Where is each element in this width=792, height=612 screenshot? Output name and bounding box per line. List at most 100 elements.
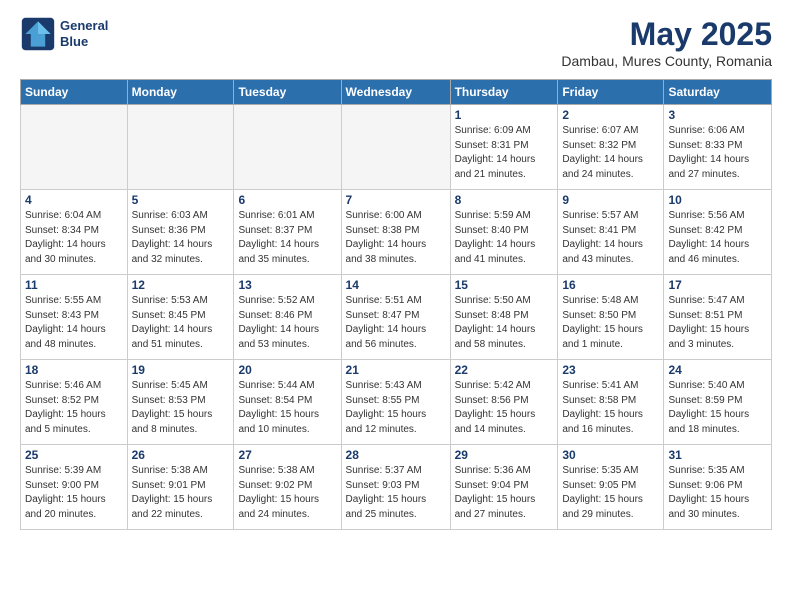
calendar-cell: 1Sunrise: 6:09 AM Sunset: 8:31 PM Daylig… — [450, 105, 558, 190]
day-info: Sunrise: 5:59 AM Sunset: 8:40 PM Dayligh… — [455, 209, 554, 267]
day-number: 10 — [668, 193, 767, 207]
calendar-header-friday: Friday — [558, 80, 664, 105]
day-number: 9 — [562, 193, 659, 207]
calendar-cell: 17Sunrise: 5:47 AM Sunset: 8:51 PM Dayli… — [664, 275, 772, 360]
cell-content: 31 Sunrise: 5:35 AM Sunset: 9:06 PM Dayli… — [668, 448, 767, 523]
day-info: Sunrise: 5:38 AM Sunset: 9:01 PM Dayligh… — [132, 464, 230, 522]
calendar-cell: 2 Sunrise: 6:07 AM Sunset: 8:32 PM Daylig… — [558, 105, 664, 190]
day-number: 15 — [455, 278, 554, 292]
cell-content: 21 Sunrise: 5:43 AM Sunset: 8:55 PM Dayli… — [346, 363, 446, 438]
day-info: Sunrise: 6:03 AM Sunset: 8:36 PM Dayligh… — [132, 209, 230, 267]
calendar-cell — [341, 105, 450, 190]
calendar-cell: 16Sunrise: 5:48 AM Sunset: 8:50 PM Dayli… — [558, 275, 664, 360]
calendar-header-wednesday: Wednesday — [341, 80, 450, 105]
calendar-table: SundayMondayTuesdayWednesdayThursdayFrid… — [20, 79, 772, 530]
page: General Blue May 2025 Dambau, Mures Coun… — [0, 0, 792, 546]
title-block: May 2025 Dambau, Mures County, Romania — [561, 16, 772, 69]
calendar-cell: 19 Sunrise: 5:45 AM Sunset: 8:53 PM Dayli… — [127, 360, 234, 445]
calendar-cell: 12Sunrise: 5:53 AM Sunset: 8:45 PM Dayli… — [127, 275, 234, 360]
calendar-cell: 23 Sunrise: 5:41 AM Sunset: 8:58 PM Dayli… — [558, 360, 664, 445]
day-info: Sunrise: 5:41 AM Sunset: 8:58 PM Dayligh… — [562, 379, 659, 437]
day-info: Sunrise: 5:57 AM Sunset: 8:41 PM Dayligh… — [562, 209, 659, 267]
calendar-cell: 5 Sunrise: 6:03 AM Sunset: 8:36 PM Daylig… — [127, 190, 234, 275]
calendar-header-monday: Monday — [127, 80, 234, 105]
day-info: Sunrise: 6:07 AM Sunset: 8:32 PM Dayligh… — [562, 124, 659, 182]
day-number: 7 — [346, 193, 446, 207]
day-number: 31 — [668, 448, 767, 462]
calendar-header-saturday: Saturday — [664, 80, 772, 105]
cell-content: 10 Sunrise: 5:56 AM Sunset: 8:42 PM Dayli… — [668, 193, 767, 268]
calendar-cell: 6Sunrise: 6:01 AM Sunset: 8:37 PM Daylig… — [234, 190, 341, 275]
calendar-cell: 10 Sunrise: 5:56 AM Sunset: 8:42 PM Dayli… — [664, 190, 772, 275]
day-info: Sunrise: 5:42 AM Sunset: 8:56 PM Dayligh… — [455, 379, 554, 437]
calendar-cell: 26 Sunrise: 5:38 AM Sunset: 9:01 PM Dayli… — [127, 445, 234, 530]
day-number: 21 — [346, 363, 446, 377]
cell-content: 30Sunrise: 5:35 AM Sunset: 9:05 PM Dayli… — [562, 448, 659, 523]
cell-content: 11Sunrise: 5:55 AM Sunset: 8:43 PM Dayli… — [25, 278, 123, 353]
day-info: Sunrise: 6:06 AM Sunset: 8:33 PM Dayligh… — [668, 124, 767, 182]
cell-content: 3 Sunrise: 6:06 AM Sunset: 8:33 PM Daylig… — [668, 108, 767, 183]
day-number: 2 — [562, 108, 659, 122]
month-title: May 2025 — [561, 16, 772, 53]
cell-content: 25 Sunrise: 5:39 AM Sunset: 9:00 PM Dayli… — [25, 448, 123, 523]
calendar-cell: 20Sunrise: 5:44 AM Sunset: 8:54 PM Dayli… — [234, 360, 341, 445]
day-info: Sunrise: 5:35 AM Sunset: 9:06 PM Dayligh… — [668, 464, 767, 522]
day-info: Sunrise: 5:45 AM Sunset: 8:53 PM Dayligh… — [132, 379, 230, 437]
week-row-1: 1Sunrise: 6:09 AM Sunset: 8:31 PM Daylig… — [21, 105, 772, 190]
day-number: 12 — [132, 278, 230, 292]
calendar-cell: 9 Sunrise: 5:57 AM Sunset: 8:41 PM Daylig… — [558, 190, 664, 275]
logo-text: General Blue — [60, 18, 108, 49]
calendar-header-tuesday: Tuesday — [234, 80, 341, 105]
cell-content: 17Sunrise: 5:47 AM Sunset: 8:51 PM Dayli… — [668, 278, 767, 353]
cell-content: 2 Sunrise: 6:07 AM Sunset: 8:32 PM Daylig… — [562, 108, 659, 183]
calendar-cell: 11Sunrise: 5:55 AM Sunset: 8:43 PM Dayli… — [21, 275, 128, 360]
day-info: Sunrise: 5:56 AM Sunset: 8:42 PM Dayligh… — [668, 209, 767, 267]
calendar-header-thursday: Thursday — [450, 80, 558, 105]
week-row-5: 25 Sunrise: 5:39 AM Sunset: 9:00 PM Dayli… — [21, 445, 772, 530]
location-subtitle: Dambau, Mures County, Romania — [561, 53, 772, 69]
cell-content: 22Sunrise: 5:42 AM Sunset: 8:56 PM Dayli… — [455, 363, 554, 438]
cell-content: 4Sunrise: 6:04 AM Sunset: 8:34 PM Daylig… — [25, 193, 123, 268]
week-row-4: 18Sunrise: 5:46 AM Sunset: 8:52 PM Dayli… — [21, 360, 772, 445]
cell-content: 15 Sunrise: 5:50 AM Sunset: 8:48 PM Dayli… — [455, 278, 554, 353]
cell-content: 14Sunrise: 5:51 AM Sunset: 8:47 PM Dayli… — [346, 278, 446, 353]
calendar-cell: 7 Sunrise: 6:00 AM Sunset: 8:38 PM Daylig… — [341, 190, 450, 275]
day-number: 3 — [668, 108, 767, 122]
day-info: Sunrise: 6:01 AM Sunset: 8:37 PM Dayligh… — [238, 209, 336, 267]
day-number: 5 — [132, 193, 230, 207]
calendar-cell: 3 Sunrise: 6:06 AM Sunset: 8:33 PM Daylig… — [664, 105, 772, 190]
week-row-3: 11Sunrise: 5:55 AM Sunset: 8:43 PM Dayli… — [21, 275, 772, 360]
cell-content: 27Sunrise: 5:38 AM Sunset: 9:02 PM Dayli… — [238, 448, 336, 523]
cell-content: 29Sunrise: 5:36 AM Sunset: 9:04 PM Dayli… — [455, 448, 554, 523]
day-number: 25 — [25, 448, 123, 462]
day-info: Sunrise: 6:00 AM Sunset: 8:38 PM Dayligh… — [346, 209, 446, 267]
day-number: 19 — [132, 363, 230, 377]
day-info: Sunrise: 5:50 AM Sunset: 8:48 PM Dayligh… — [455, 294, 554, 352]
cell-content: 28Sunrise: 5:37 AM Sunset: 9:03 PM Dayli… — [346, 448, 446, 523]
cell-content: 16Sunrise: 5:48 AM Sunset: 8:50 PM Dayli… — [562, 278, 659, 353]
calendar-cell: 22Sunrise: 5:42 AM Sunset: 8:56 PM Dayli… — [450, 360, 558, 445]
calendar-header-row: SundayMondayTuesdayWednesdayThursdayFrid… — [21, 80, 772, 105]
calendar-cell: 24Sunrise: 5:40 AM Sunset: 8:59 PM Dayli… — [664, 360, 772, 445]
calendar-cell: 29Sunrise: 5:36 AM Sunset: 9:04 PM Dayli… — [450, 445, 558, 530]
header: General Blue May 2025 Dambau, Mures Coun… — [20, 16, 772, 69]
cell-content: 1Sunrise: 6:09 AM Sunset: 8:31 PM Daylig… — [455, 108, 554, 183]
day-number: 30 — [562, 448, 659, 462]
cell-content: 8Sunrise: 5:59 AM Sunset: 8:40 PM Daylig… — [455, 193, 554, 268]
calendar-cell: 15 Sunrise: 5:50 AM Sunset: 8:48 PM Dayli… — [450, 275, 558, 360]
day-number: 23 — [562, 363, 659, 377]
day-info: Sunrise: 5:38 AM Sunset: 9:02 PM Dayligh… — [238, 464, 336, 522]
day-number: 26 — [132, 448, 230, 462]
cell-content: 26 Sunrise: 5:38 AM Sunset: 9:01 PM Dayli… — [132, 448, 230, 523]
day-info: Sunrise: 5:48 AM Sunset: 8:50 PM Dayligh… — [562, 294, 659, 352]
calendar-cell: 18Sunrise: 5:46 AM Sunset: 8:52 PM Dayli… — [21, 360, 128, 445]
day-info: Sunrise: 6:09 AM Sunset: 8:31 PM Dayligh… — [455, 124, 554, 182]
calendar-cell: 28Sunrise: 5:37 AM Sunset: 9:03 PM Dayli… — [341, 445, 450, 530]
calendar-cell: 25 Sunrise: 5:39 AM Sunset: 9:00 PM Dayli… — [21, 445, 128, 530]
cell-content: 19 Sunrise: 5:45 AM Sunset: 8:53 PM Dayli… — [132, 363, 230, 438]
day-info: Sunrise: 5:37 AM Sunset: 9:03 PM Dayligh… — [346, 464, 446, 522]
day-info: Sunrise: 5:39 AM Sunset: 9:00 PM Dayligh… — [25, 464, 123, 522]
day-info: Sunrise: 5:43 AM Sunset: 8:55 PM Dayligh… — [346, 379, 446, 437]
day-info: Sunrise: 5:36 AM Sunset: 9:04 PM Dayligh… — [455, 464, 554, 522]
logo: General Blue — [20, 16, 108, 52]
